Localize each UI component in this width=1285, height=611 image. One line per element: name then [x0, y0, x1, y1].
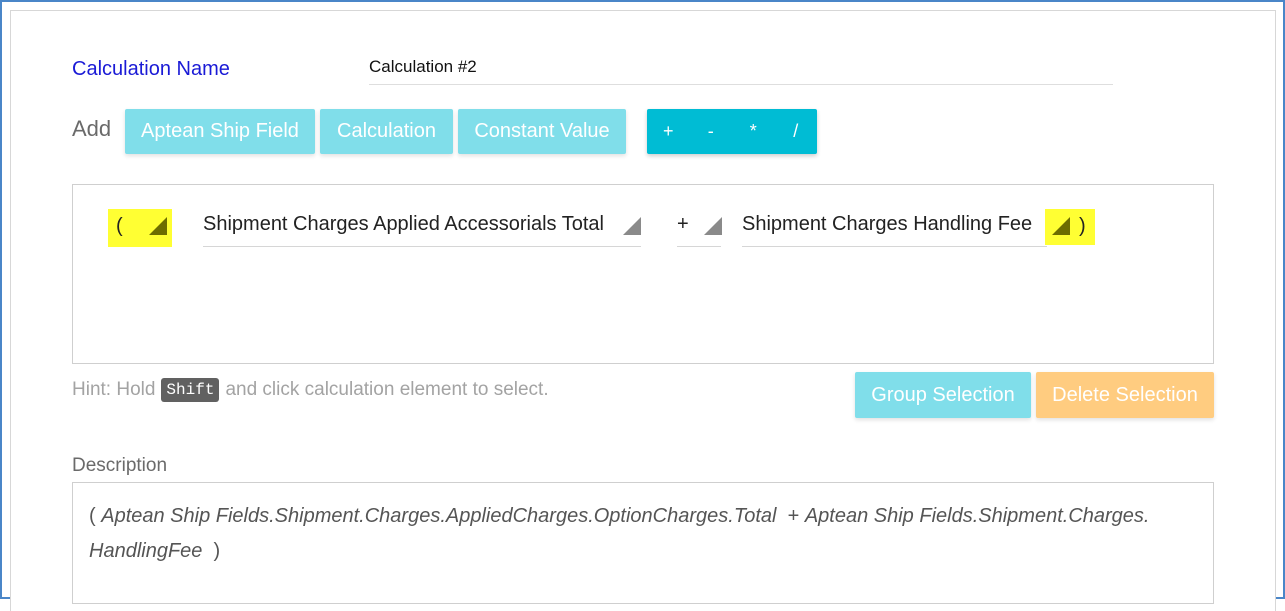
desc-operator: + — [787, 505, 800, 527]
desc-term1: Aptean Ship Fields.Shipment.Charges.Appl… — [101, 505, 777, 527]
add-constant-value-button[interactable]: Constant Value — [458, 109, 626, 154]
add-label: Add — [72, 116, 112, 141]
description-box[interactable]: ( Aptean Ship Fields.Shipment.Charges.Ap… — [72, 482, 1214, 604]
add-plus-operator-button[interactable]: + — [647, 109, 690, 154]
operator-value: + — [677, 213, 689, 235]
add-divide-operator-button[interactable]: / — [775, 109, 818, 154]
close-paren-selector[interactable]: ) — [1045, 209, 1095, 245]
add-multiply-operator-button[interactable]: * — [732, 109, 775, 154]
description-text: ( Aptean Ship Fields.Shipment.Charges.Ap… — [89, 499, 1169, 569]
hint-prefix: Hint: Hold — [72, 379, 156, 400]
delete-selection-button[interactable]: Delete Selection — [1036, 372, 1214, 418]
operator-underline — [677, 246, 721, 247]
close-paren-value: ) — [1079, 215, 1086, 237]
add-aptean-ship-field-button[interactable]: Aptean Ship Field — [125, 109, 315, 154]
add-calculation-button[interactable]: Calculation — [320, 109, 453, 154]
dropdown-triangle-icon — [623, 217, 641, 235]
group-selection-button[interactable]: Group Selection — [855, 372, 1031, 418]
dropdown-triangle-icon — [149, 217, 167, 235]
desc-term2: Aptean Ship Fields.Shipment.Charges. — [804, 505, 1150, 527]
field2-underline — [742, 246, 1047, 247]
desc-term2-cont: HandlingFee — [89, 540, 203, 562]
shift-key-badge: Shift — [161, 378, 220, 402]
open-paren-value: ( — [116, 215, 123, 237]
field1-value: Shipment Charges Applied Accessorials To… — [203, 213, 604, 235]
field2-selector[interactable]: Shipment Charges Handling Fee — [742, 209, 1047, 247]
calculation-name-input[interactable] — [369, 50, 1113, 85]
add-minus-operator-button[interactable]: - — [690, 109, 733, 154]
hint-suffix: and click calculation element to select. — [225, 379, 549, 400]
desc-open-paren: ( — [89, 505, 96, 527]
hint-text: Hint: Hold Shift and click calculation e… — [72, 378, 549, 402]
calculation-builder-area: ( Shipment Charges Applied Accessorials … — [72, 184, 1214, 364]
dropdown-triangle-icon — [1052, 217, 1070, 235]
open-paren-selector[interactable]: ( — [108, 209, 172, 247]
field1-selector[interactable]: Shipment Charges Applied Accessorials To… — [203, 209, 641, 247]
calculation-name-label: Calculation Name — [72, 58, 230, 80]
description-label: Description — [72, 455, 168, 476]
field1-underline — [203, 246, 641, 247]
field2-value: Shipment Charges Handling Fee — [742, 213, 1033, 235]
dropdown-triangle-icon — [704, 217, 722, 235]
operator-selector[interactable]: + — [677, 209, 722, 247]
operator-button-group: + - * / — [647, 109, 817, 154]
desc-close-paren: ) — [213, 540, 221, 562]
